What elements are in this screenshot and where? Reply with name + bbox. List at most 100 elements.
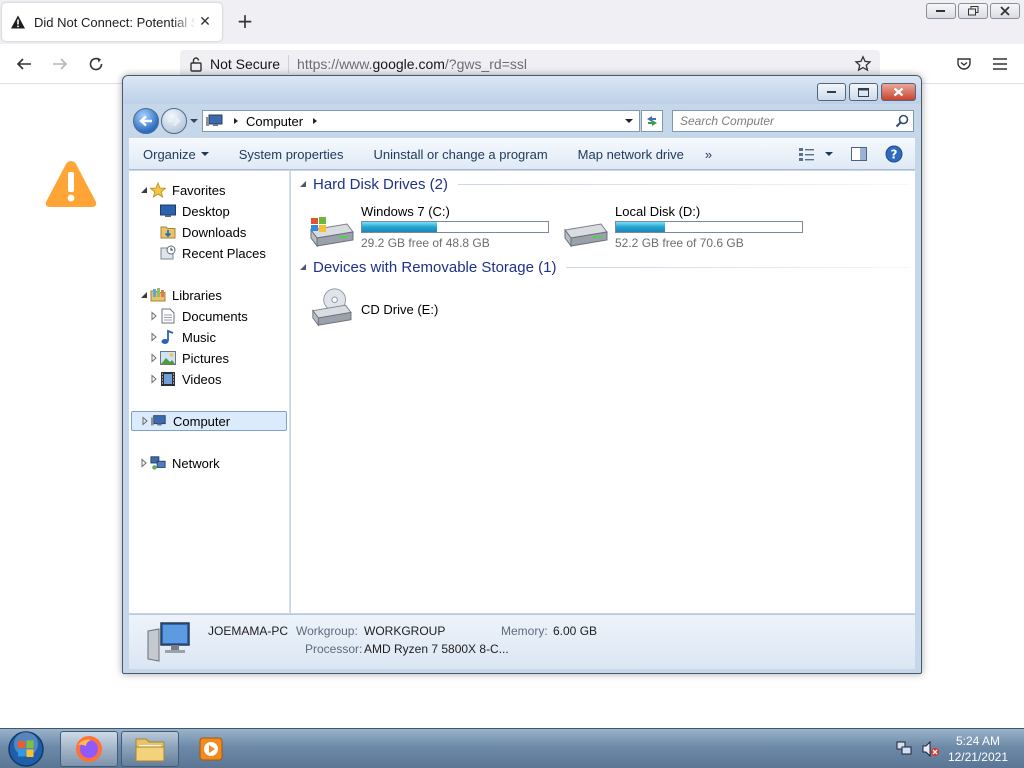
pocket-button[interactable]: [952, 52, 976, 76]
expanded-arrow-icon: [141, 292, 147, 298]
security-indicator[interactable]: Not Secure: [180, 50, 288, 78]
security-label: Not Secure: [210, 56, 281, 72]
workgroup-value: WORKGROUP: [364, 624, 446, 638]
collapsed-arrow-icon: [151, 374, 157, 384]
taskbar-media-player-button[interactable]: [182, 731, 240, 767]
taskbar-explorer-button[interactable]: [121, 731, 179, 767]
videos-icon: [160, 371, 176, 387]
map-network-drive-button[interactable]: Map network drive: [563, 139, 699, 169]
chevron-down-icon: [825, 152, 833, 156]
address-location[interactable]: Computer: [246, 114, 303, 129]
nav-item-pictures[interactable]: Pictures: [129, 348, 289, 368]
url-divider: [288, 55, 290, 73]
change-view-button[interactable]: [793, 139, 839, 169]
taskbar-firefox-button[interactable]: [60, 731, 118, 767]
pocket-icon: [957, 58, 971, 70]
details-pane: JOEMAMA-PC Workgroup: WORKGROUP Memory: …: [129, 614, 915, 669]
processor-label: Processor:: [305, 642, 363, 656]
explorer-minimize-button[interactable]: [817, 83, 846, 101]
explorer-back-button[interactable]: [133, 108, 159, 134]
cd-drive-tile[interactable]: CD Drive (E:): [307, 287, 557, 331]
hamburger-icon: [993, 58, 1007, 70]
explorer-titlebar[interactable]: [123, 76, 921, 104]
star-icon: [150, 182, 166, 198]
close-tab-icon[interactable]: ✕: [196, 13, 214, 31]
url-bar[interactable]: Not Secure https://www.google.com/?gws_r…: [180, 50, 880, 78]
breadcrumb-arrow-icon: [313, 118, 318, 124]
chevron-down-icon[interactable]: [189, 116, 199, 126]
forward-button[interactable]: [48, 52, 72, 76]
drive-free-space: 29.2 GB free of 48.8 GB: [361, 236, 490, 250]
expanded-arrow-icon: [300, 181, 306, 187]
uninstall-program-button[interactable]: Uninstall or change a program: [359, 139, 563, 169]
start-button[interactable]: [4, 730, 48, 768]
explorer-address-bar[interactable]: Computer: [202, 110, 640, 132]
navigation-pane: Favorites Desktop Downloads Recent Place…: [129, 171, 290, 613]
nav-item-recent-places[interactable]: Recent Places: [129, 243, 289, 263]
group-header-removable[interactable]: Devices with Removable Storage (1): [299, 257, 909, 277]
explorer-search-box[interactable]: [672, 110, 914, 132]
windows-drive-icon: [310, 217, 354, 248]
menu-button[interactable]: [988, 52, 1012, 76]
explorer-command-bar: Organize System properties Uninstall or …: [129, 138, 915, 170]
processor-value: AMD Ryzen 7 5800X 8-C...: [364, 642, 509, 656]
music-icon: [160, 329, 176, 345]
system-properties-button[interactable]: System properties: [224, 139, 359, 169]
nav-item-network[interactable]: Network: [129, 453, 289, 473]
arrow-left-icon: [139, 115, 152, 127]
chevron-down-icon: [200, 152, 209, 156]
nav-item-music[interactable]: Music: [129, 327, 289, 347]
close-icon: [893, 87, 904, 97]
folder-icon: [135, 738, 165, 762]
url-text[interactable]: https://www.google.com/?gws_rd=ssl: [297, 56, 527, 72]
nav-item-downloads[interactable]: Downloads: [129, 222, 289, 242]
media-player-icon: [199, 737, 223, 761]
drive-tile[interactable]: Local Disk (D:) 52.2 GB free of 70.6 GB: [561, 204, 811, 250]
reload-button[interactable]: [84, 52, 108, 76]
clock[interactable]: 5:24 AM 12/21/2021: [948, 733, 1008, 765]
nav-item-favorites[interactable]: Favorites: [129, 180, 289, 200]
more-commands-button[interactable]: »: [699, 139, 718, 169]
new-tab-button[interactable]: +: [234, 11, 256, 33]
clock-time: 5:24 AM: [955, 734, 1000, 748]
volume-muted-icon[interactable]: [922, 741, 940, 757]
tab-title: Did Not Connect: Potential Security Issu…: [34, 14, 196, 30]
minimize-button[interactable]: [926, 3, 956, 19]
explorer-close-button[interactable]: [881, 83, 916, 101]
memory-value: 6.00 GB: [553, 624, 598, 638]
nav-item-libraries[interactable]: Libraries: [129, 285, 289, 305]
search-icon: [895, 114, 909, 128]
cd-drive-icon: [312, 288, 352, 327]
drive-tile[interactable]: Windows 7 (C:) 29.2 GB free of 48.8 GB: [307, 204, 557, 250]
explorer-restore-button[interactable]: [849, 83, 878, 101]
explorer-forward-button[interactable]: [161, 108, 187, 134]
pictures-icon: [160, 350, 176, 366]
nav-item-desktop[interactable]: Desktop: [129, 201, 289, 221]
nav-item-videos[interactable]: Videos: [129, 369, 289, 389]
nav-item-computer[interactable]: Computer: [131, 411, 287, 431]
explorer-refresh-button[interactable]: [641, 110, 663, 132]
organize-button[interactable]: Organize: [129, 139, 224, 169]
star-icon: [854, 55, 872, 72]
breadcrumb-arrow-icon: [234, 118, 238, 124]
memory-label: Memory:: [501, 624, 548, 638]
search-input[interactable]: [673, 114, 895, 128]
nav-item-documents[interactable]: Documents: [129, 306, 289, 326]
help-icon: ?: [885, 145, 903, 163]
preview-pane-button[interactable]: [839, 139, 879, 169]
restore-button[interactable]: [958, 3, 988, 19]
hard-disk-icon: [564, 223, 608, 248]
drive-name: CD Drive (E:): [361, 302, 439, 317]
warning-icon: [10, 14, 26, 30]
drive-name: Windows 7 (C:): [361, 204, 450, 219]
bookmark-button[interactable]: [851, 52, 875, 76]
documents-icon: [160, 308, 176, 324]
close-window-button[interactable]: [990, 3, 1020, 19]
back-button[interactable]: [12, 52, 36, 76]
drive-usage-bar: [361, 221, 549, 233]
help-button[interactable]: ?: [879, 139, 915, 169]
browser-tab[interactable]: Did Not Connect: Potential Security Issu…: [2, 3, 222, 41]
group-header-hard-disks[interactable]: Hard Disk Drives (2): [299, 174, 909, 194]
network-status-icon[interactable]: [896, 741, 914, 757]
libraries-icon: [150, 287, 166, 303]
